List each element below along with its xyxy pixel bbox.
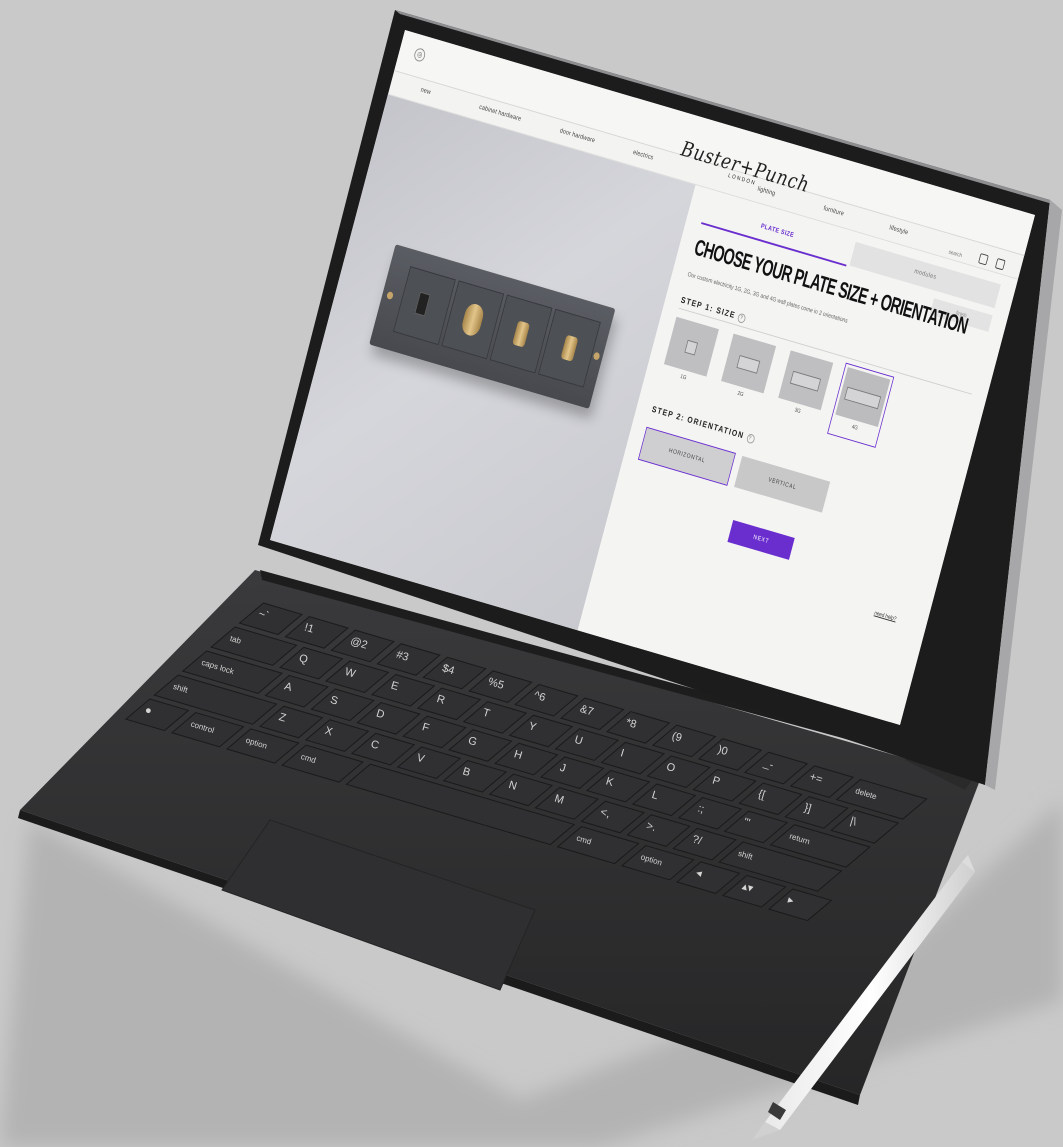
- nav-item-lifestyle[interactable]: lifestyle: [889, 225, 909, 237]
- nav-item-electrics[interactable]: electrics: [632, 149, 654, 161]
- nav-item-new[interactable]: new: [420, 87, 432, 96]
- search-link[interactable]: search: [948, 250, 963, 259]
- account-icon[interactable]: [977, 253, 989, 266]
- size-thumb: [721, 333, 777, 394]
- size-thumb: [778, 350, 834, 411]
- size-option-1g[interactable]: 1G: [660, 316, 719, 393]
- step-1-label: STEP 1: SIZE?: [680, 295, 747, 324]
- size-option-2g[interactable]: 2G: [717, 333, 777, 410]
- size-thumb: [835, 367, 891, 427]
- dimmer-knob-icon: [459, 301, 486, 338]
- size-thumb: [663, 316, 719, 377]
- info-icon[interactable]: ?: [737, 312, 747, 324]
- screw-left: [386, 291, 394, 301]
- orientation-horizontal[interactable]: HORIZONTAL: [638, 426, 736, 487]
- nav-item-lighting[interactable]: lighting: [757, 186, 776, 197]
- size-option-4g[interactable]: 4G: [826, 362, 895, 448]
- toggle-switch-icon: [512, 320, 531, 348]
- screw-right: [592, 351, 601, 361]
- toggle-switch-icon: [560, 334, 579, 362]
- next-button[interactable]: NEXT: [727, 519, 795, 560]
- usb-socket-icon: [414, 291, 431, 317]
- nav-item-cabinet-hardware[interactable]: cabinet hardware: [478, 104, 521, 123]
- nav-item-door-hardware[interactable]: door hardware: [559, 128, 596, 145]
- size-option-3g[interactable]: 3G: [774, 350, 834, 426]
- switch-plate: [369, 244, 616, 409]
- nav-item-furniture[interactable]: furniture: [823, 205, 845, 217]
- help-link[interactable]: need help?: [874, 611, 897, 623]
- info-icon[interactable]: ?: [745, 432, 756, 444]
- orientation-vertical[interactable]: VERTICAL: [734, 455, 831, 513]
- location-icon[interactable]: ◎: [412, 47, 427, 63]
